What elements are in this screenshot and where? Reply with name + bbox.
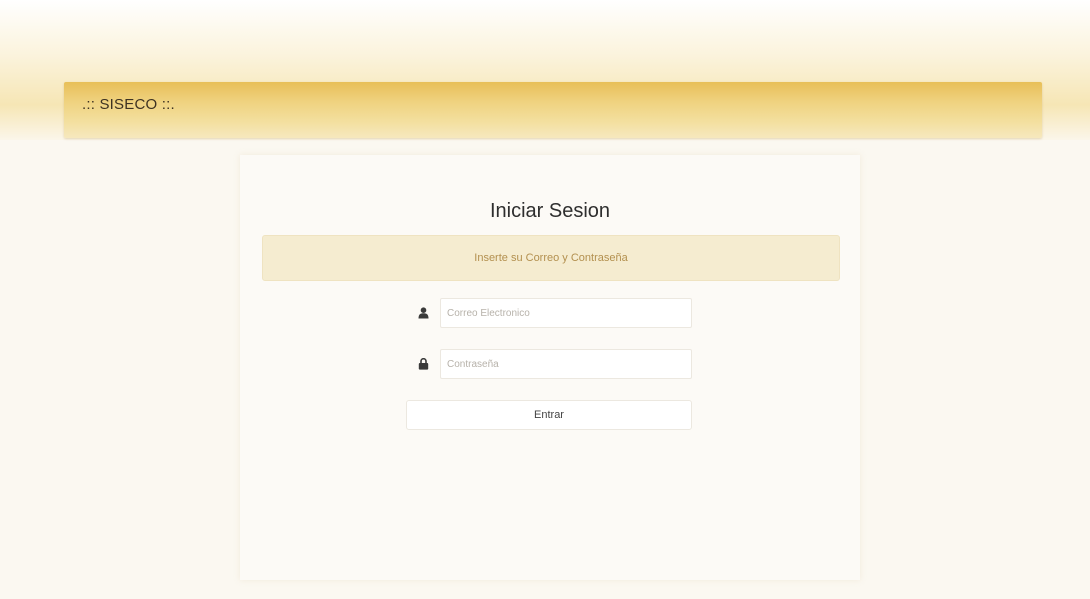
login-button[interactable]: Entrar	[406, 400, 692, 430]
login-alert-text: Inserte su Correo y Contraseña	[474, 252, 628, 264]
lock-icon	[406, 348, 440, 380]
password-field[interactable]	[440, 349, 692, 379]
login-panel: Iniciar Sesion Inserte su Correo y Contr…	[240, 155, 860, 580]
navbar: .:: SISECO ::.	[64, 82, 1042, 138]
password-input-group	[406, 348, 692, 380]
email-input-group	[406, 297, 692, 329]
login-title: Iniciar Sesion	[489, 200, 611, 222]
login-alert: Inserte su Correo y Contraseña	[262, 235, 840, 281]
brand-title[interactable]: .:: SISECO ::.	[82, 96, 175, 113]
page: .:: SISECO ::. Iniciar Sesion Inserte su…	[0, 0, 1090, 599]
email-field[interactable]	[440, 298, 692, 328]
user-icon	[406, 297, 440, 329]
